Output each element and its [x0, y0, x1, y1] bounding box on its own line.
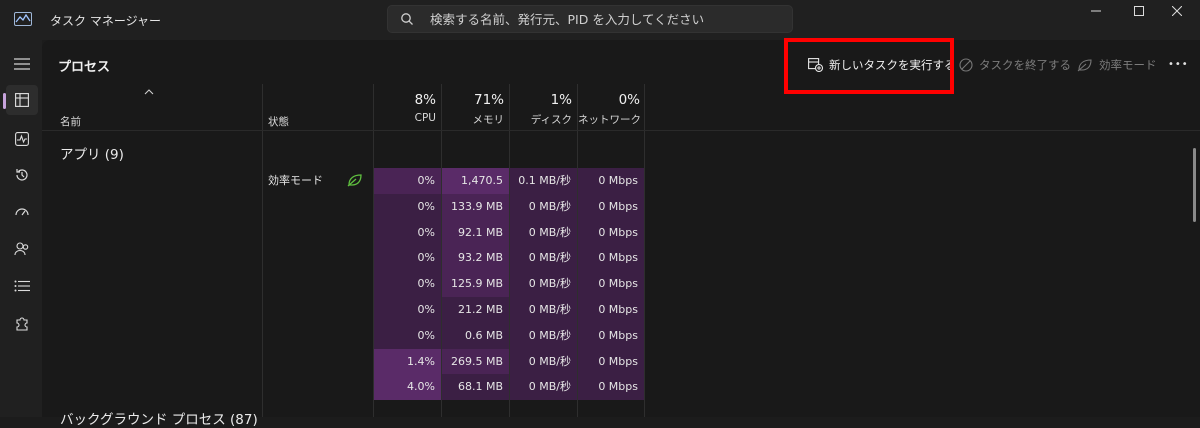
maximize-icon [1134, 6, 1144, 16]
memory-label: メモリ [472, 114, 505, 126]
cpu-cell: 0% [374, 322, 441, 349]
end-task-button[interactable]: タスクを終了する [959, 50, 1071, 80]
search-input[interactable] [430, 6, 780, 32]
startup-apps-icon [15, 208, 29, 216]
minimize-button[interactable] [1073, 0, 1119, 22]
sidebar-item-app-history[interactable] [6, 160, 38, 190]
memory-cell: 68.1 MB [442, 374, 509, 401]
disk-label: ディスク [530, 114, 572, 126]
more-icon: ••• [1168, 58, 1189, 70]
disk-cell: 0 MB/秒 [510, 297, 577, 323]
header-separator [42, 130, 1200, 131]
minimize-icon [1091, 10, 1101, 12]
disk-cell: 0 MB/秒 [510, 374, 577, 401]
highlight-box [784, 38, 954, 94]
disk-cell: 0 MB/秒 [510, 322, 577, 349]
memory-cell: 1,470.5 MB [442, 168, 509, 213]
close-icon [1172, 6, 1182, 16]
hamburger-menu-button[interactable] [6, 49, 38, 79]
page-title: プロセス [58, 60, 111, 75]
disk-cell: 0 MB/秒 [510, 219, 577, 246]
network-total: 0% [618, 92, 640, 108]
task-manager-app-icon [14, 12, 32, 26]
group-title-background[interactable]: バックグラウンド プロセス (87) [60, 408, 258, 428]
disk-cell: 0 MB/秒 [510, 193, 577, 220]
efficiency-mode-button[interactable]: 効率モード [1077, 50, 1157, 80]
memory-cell: 0.6 MB [442, 322, 509, 349]
search-box[interactable] [387, 5, 793, 33]
processes-icon [15, 93, 29, 107]
cpu-cell: 0% [374, 193, 441, 220]
sidebar-item-details[interactable] [6, 271, 38, 301]
more-options-button[interactable]: ••• [1168, 49, 1189, 79]
column-header-name[interactable]: 名前 [60, 114, 81, 129]
window-title: タスク マネージャー [50, 14, 161, 28]
title-bar: タスク マネージャー [0, 0, 1200, 40]
memory-cell: 92.1 MB [442, 219, 509, 246]
vertical-scrollbar[interactable] [1193, 148, 1196, 222]
active-indicator [3, 93, 6, 109]
services-icon [16, 317, 28, 331]
sidebar-item-performance[interactable] [6, 124, 38, 154]
disk-cell: 0 MB/秒 [510, 348, 577, 375]
memory-cell: 21.2 MB [442, 297, 509, 323]
memory-cell: 125.9 MB [442, 271, 509, 298]
network-cell: 0 Mbps [578, 219, 644, 246]
efficiency-leaf-icon [347, 174, 362, 187]
network-cell: 0 Mbps [578, 271, 644, 298]
disk-cell: 0.1 MB/秒 [510, 168, 577, 194]
memory-cell: 133.9 MB [442, 193, 509, 220]
cpu-cell: 4.0% [374, 374, 441, 401]
column-divider [262, 84, 263, 417]
network-cell: 0 Mbps [578, 374, 644, 401]
menu-icon [14, 58, 30, 70]
column-header-network[interactable]: 0% ネットワーク [578, 92, 641, 127]
search-icon [401, 13, 413, 25]
network-cell: 0 Mbps [578, 245, 644, 272]
group-title-apps[interactable]: アプリ (9) [60, 143, 124, 163]
column-divider [644, 84, 645, 417]
efficiency-leaf-icon [1077, 59, 1092, 72]
disk-total: 1% [550, 92, 572, 108]
cpu-cell: 0% [374, 297, 441, 323]
navigation-sidebar [0, 40, 42, 417]
disk-cell: 0 MB/秒 [510, 271, 577, 298]
network-label: ネットワーク [578, 114, 641, 126]
efficiency-mode-label: 効率モード [1099, 58, 1157, 72]
cpu-cell: 0% [374, 271, 441, 298]
sidebar-item-processes[interactable] [3, 85, 38, 115]
app-history-icon [16, 169, 28, 181]
memory-cell: 93.2 MB [442, 245, 509, 272]
network-cell: 0 Mbps [578, 168, 644, 194]
memory-total: 71% [473, 92, 504, 108]
cpu-label: CPU [414, 112, 436, 124]
cpu-total: 8% [414, 92, 436, 108]
cpu-cell: 0% [374, 219, 441, 246]
sort-ascending-icon [144, 89, 154, 95]
disk-cell: 0 MB/秒 [510, 245, 577, 272]
sidebar-item-startup-apps[interactable] [6, 197, 38, 227]
performance-icon [15, 132, 29, 146]
network-cell: 0 Mbps [578, 193, 644, 220]
column-header-status[interactable]: 状態 [268, 114, 289, 129]
end-task-label: タスクを終了する [979, 58, 1071, 72]
row-status: 効率モード [268, 174, 323, 187]
details-icon [14, 280, 30, 292]
end-task-icon [959, 58, 973, 72]
cpu-cell: 1.4% [374, 348, 441, 375]
sidebar-item-users[interactable] [6, 234, 38, 264]
column-header-disk[interactable]: 1% ディスク [510, 92, 572, 127]
cpu-cell: 0% [374, 245, 441, 272]
column-header-cpu[interactable]: 8% CPU [374, 92, 436, 124]
close-button[interactable] [1154, 0, 1200, 22]
network-cell: 0 Mbps [578, 322, 644, 349]
cpu-cell: 0% [374, 168, 441, 194]
network-cell: 0 Mbps [578, 297, 644, 323]
sidebar-item-services[interactable] [6, 309, 38, 339]
users-icon [14, 242, 29, 256]
column-header-memory[interactable]: 71% メモリ [442, 92, 505, 127]
memory-cell: 269.5 MB [442, 348, 509, 375]
network-cell: 0 Mbps [578, 348, 644, 375]
